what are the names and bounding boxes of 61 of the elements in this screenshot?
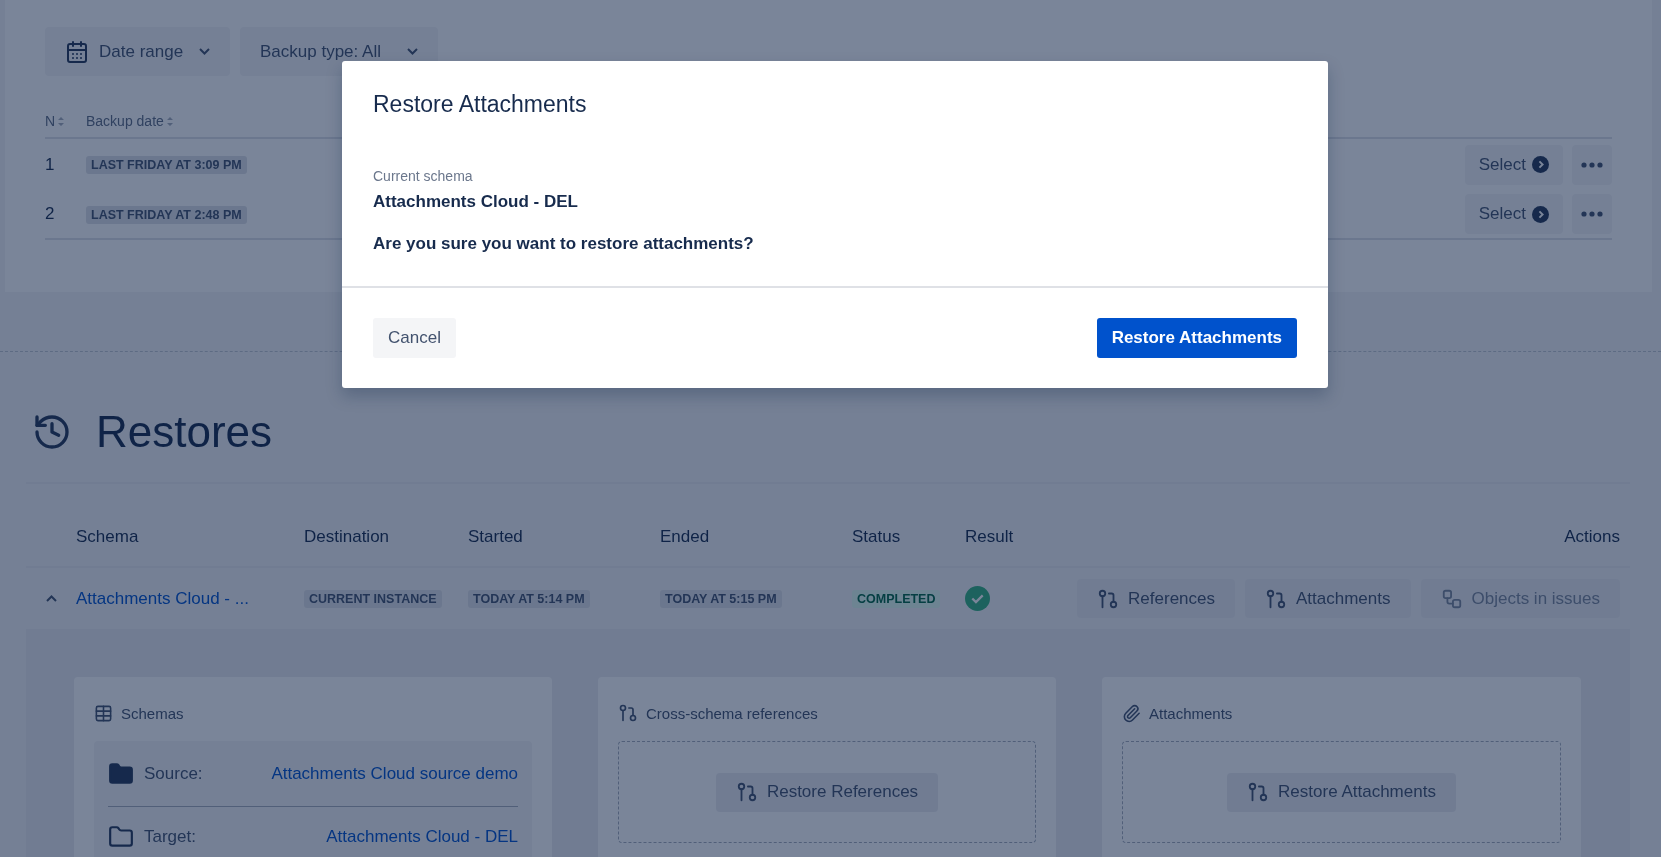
- column-header: N: [45, 113, 56, 129]
- branch-icon: [1247, 781, 1270, 803]
- column-header: Started: [468, 527, 524, 547]
- filter-dropdown[interactable]: Date range: [45, 27, 230, 76]
- date-lozenge: TODAY AT 5:14 PM: [468, 590, 590, 608]
- schema-link[interactable]: Attachments Cloud source demo: [271, 763, 518, 784]
- field-label: Current schema: [373, 168, 474, 184]
- date-lozenge: LAST FRIDAY AT 3:09 PM: [86, 156, 247, 174]
- column-header: Actions: [1564, 527, 1621, 547]
- column-header: Status: [852, 527, 902, 547]
- cancel-button[interactable]: Cancel: [373, 318, 456, 358]
- more-button[interactable]: [1572, 194, 1612, 234]
- chevron-up-icon: [45, 595, 57, 602]
- arrow-circle-icon: [1532, 205, 1549, 223]
- chevron-down-icon: [199, 48, 210, 55]
- dialog-title: Restore Attachments: [373, 91, 588, 118]
- date-lozenge: TODAY AT 5:15 PM: [660, 590, 782, 608]
- column-header: Backup date: [86, 113, 164, 129]
- column-header: Ended: [660, 527, 711, 547]
- more-icon: [1581, 161, 1603, 168]
- more-icon: [1581, 211, 1603, 217]
- chevron-down-icon: [407, 48, 418, 55]
- row-number: 1: [45, 154, 56, 175]
- column-header: Result: [965, 527, 1015, 547]
- select-button[interactable]: Select: [1464, 144, 1563, 185]
- branch-icon: [1097, 587, 1120, 610]
- status-lozenge: COMPLETED: [852, 590, 941, 608]
- card-title: Cross-schema references: [646, 704, 818, 722]
- select-button[interactable]: Select: [1464, 194, 1563, 234]
- card-title: Attachments: [1149, 704, 1233, 722]
- column-header: Destination: [304, 527, 391, 547]
- sort-icon[interactable]: [166, 115, 173, 127]
- field-label: Target:: [144, 827, 197, 847]
- history-icon: [32, 412, 72, 452]
- workflow-icon: [1440, 587, 1463, 610]
- branch-icon: [618, 703, 638, 723]
- more-button[interactable]: [1572, 144, 1612, 185]
- branch-icon: [735, 781, 758, 803]
- paperclip-icon: [1122, 703, 1141, 723]
- branch-icon: [1265, 587, 1287, 610]
- sort-icon[interactable]: [58, 115, 65, 127]
- restore-button[interactable]: Restore Attachments: [1227, 772, 1456, 812]
- column-header: Schema: [76, 527, 140, 547]
- field-value: Attachments Cloud - DEL: [373, 192, 579, 212]
- action-button[interactable]: References: [1077, 579, 1235, 618]
- arrow-circle-icon: [1532, 156, 1549, 173]
- confirm-button[interactable]: Restore Attachments: [1096, 318, 1297, 358]
- restore-button[interactable]: Restore References: [715, 772, 939, 812]
- action-button[interactable]: Attachments: [1245, 579, 1411, 618]
- row-number: 2: [45, 204, 56, 224]
- dialog-message: Are you sure you want to restore attachments?: [373, 234, 755, 254]
- destination-lozenge: CURRENT INSTANCE: [304, 590, 442, 608]
- table-icon: [94, 703, 113, 723]
- calendar-icon: [65, 39, 89, 64]
- schema-link[interactable]: Attachments Cloud - DEL: [326, 827, 518, 847]
- date-lozenge: LAST FRIDAY AT 2:48 PM: [86, 205, 247, 224]
- card-title: Schemas: [121, 704, 184, 722]
- field-label: Source:: [144, 763, 204, 784]
- schema-link[interactable]: Attachments Cloud - ...: [76, 588, 249, 608]
- section-title: Restores: [96, 407, 273, 457]
- collapse-button[interactable]: [45, 595, 57, 602]
